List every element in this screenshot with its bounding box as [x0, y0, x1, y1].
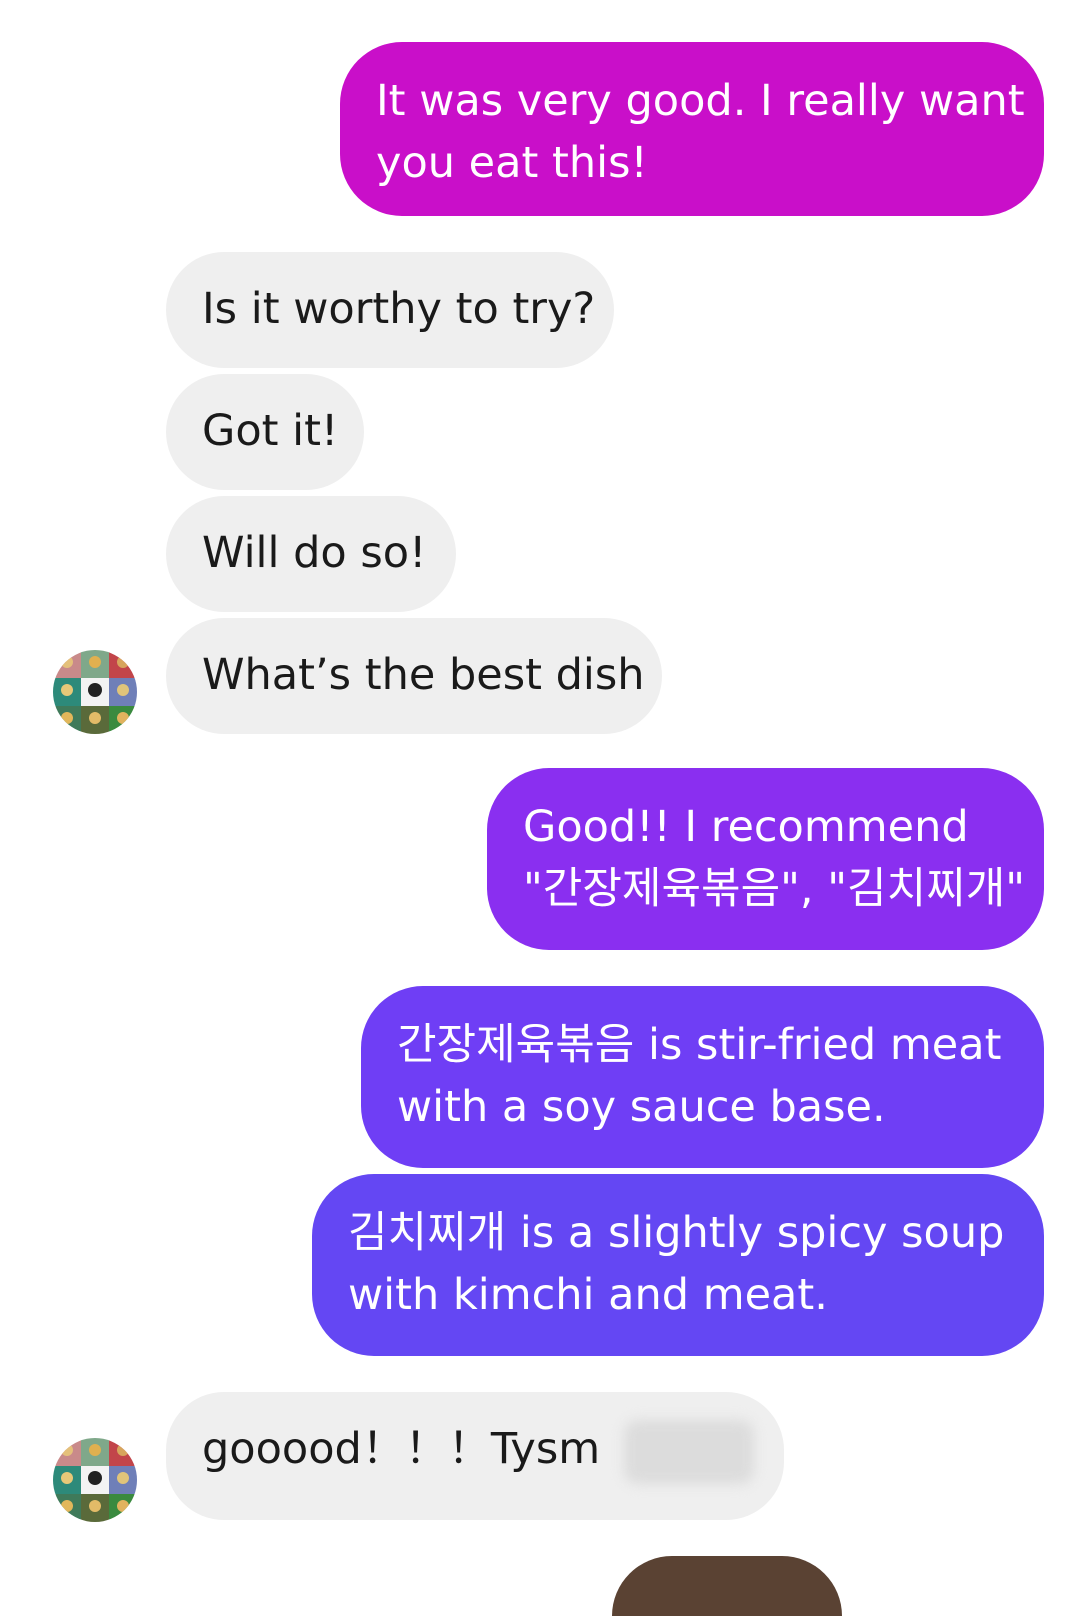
incoming-message[interactable]: Will do so!	[166, 496, 456, 612]
redacted-text	[623, 1419, 754, 1484]
message-line: What’s the best dish	[202, 650, 645, 700]
message-line: Will do so!	[202, 528, 427, 578]
incoming-message[interactable]: What’s the best dish	[166, 618, 662, 734]
message-line: 김치찌개 is a slightly spicy soup	[348, 1208, 1005, 1258]
message-line: Got it!	[202, 406, 339, 456]
contact-avatar-icon[interactable]	[53, 1438, 137, 1522]
incoming-message[interactable]: Is it worthy to try?	[166, 252, 614, 368]
contact-avatar-icon[interactable]	[53, 650, 137, 734]
message-line: gooood！！！Tysm	[202, 1424, 601, 1474]
message-line: 간장제육볶음 is stir-fried meat	[397, 1020, 1002, 1070]
message-line: Good!! I recommend	[523, 802, 969, 852]
message-line: Is it worthy to try?	[202, 284, 596, 334]
cutoff-image	[612, 1556, 842, 1616]
message-line: with kimchi and meat.	[348, 1270, 828, 1320]
message-line: you eat this!	[376, 138, 648, 188]
outgoing-message[interactable]: 간장제육볶음 is stir-fried meat with a soy sau…	[361, 986, 1044, 1168]
incoming-message[interactable]: gooood！！！Tysm	[166, 1392, 784, 1520]
outgoing-message[interactable]: Good!! I recommend "간장제육볶음", "김치찌개"	[487, 768, 1044, 950]
message-line: with a soy sauce base.	[397, 1082, 886, 1132]
incoming-message[interactable]: Got it!	[166, 374, 364, 490]
outgoing-message[interactable]: It was very good. I really want you eat …	[340, 42, 1044, 216]
message-line: "간장제육볶음", "김치찌개"	[523, 864, 1026, 914]
outgoing-message[interactable]: 김치찌개 is a slightly spicy soup with kimch…	[312, 1174, 1044, 1356]
message-line: It was very good. I really want	[376, 76, 1025, 126]
